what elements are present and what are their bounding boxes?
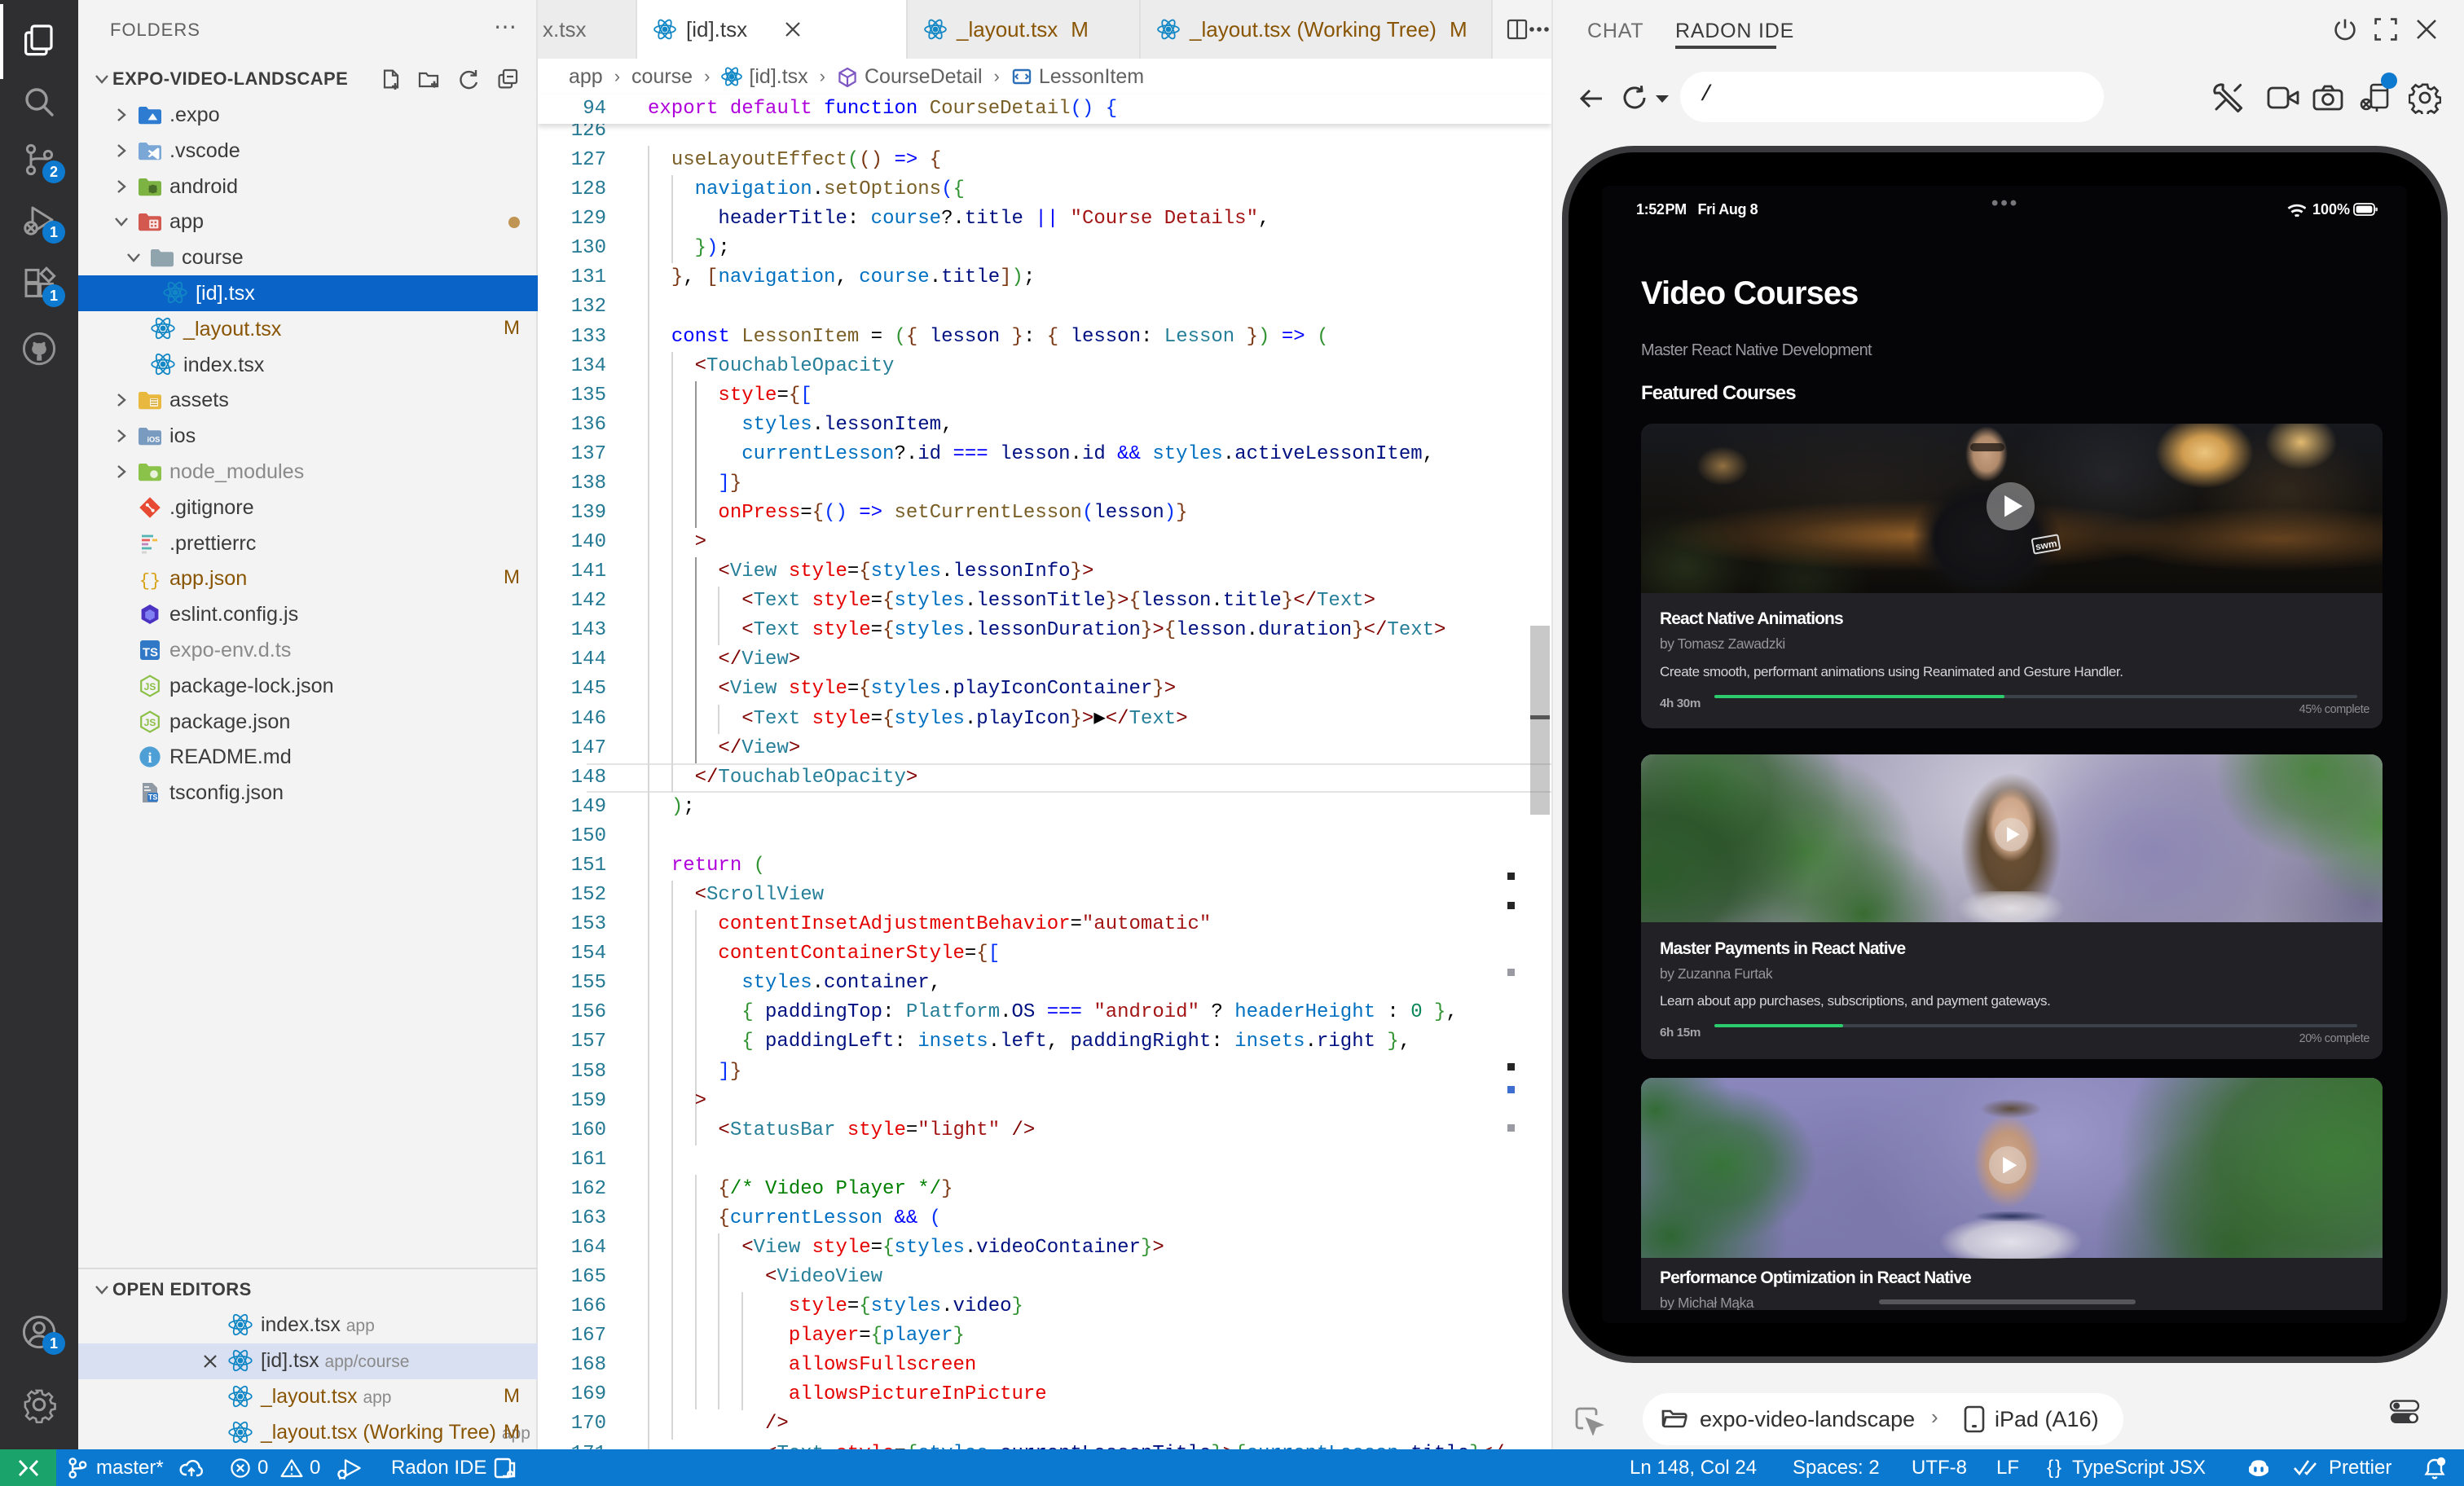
svg-text:JS: JS xyxy=(144,681,156,692)
svg-text:TS: TS xyxy=(148,794,158,802)
svg-text:i: i xyxy=(147,750,152,766)
svg-text:{}: {} xyxy=(139,571,161,591)
svg-text:TS: TS xyxy=(143,646,158,660)
svg-text:JS: JS xyxy=(144,717,156,728)
svg-text:iOS: iOS xyxy=(147,436,160,444)
